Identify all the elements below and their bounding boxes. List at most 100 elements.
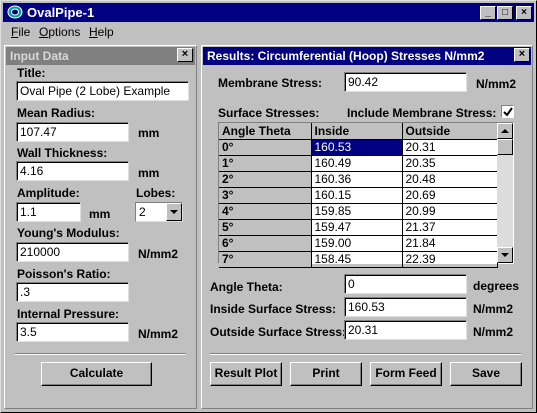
close-icon: ×	[181, 48, 189, 60]
table-row[interactable]: 2° 160.36 20.48	[219, 171, 498, 188]
close-icon: ×	[521, 7, 527, 18]
menu-help[interactable]: Help	[89, 25, 114, 39]
youngs-modulus-label: Young's Modulus:	[17, 226, 120, 240]
angle-cell: 5°	[219, 219, 312, 236]
inside-cell[interactable]: 159.47	[311, 219, 403, 236]
input-separator	[15, 353, 186, 355]
menu-bar: File Options Help	[3, 23, 534, 41]
outside-surface-stress-label: Outside Surface Stress:	[210, 325, 347, 339]
menu-options[interactable]: Options	[39, 25, 80, 39]
angle-cell: 0°	[219, 139, 312, 156]
inside-cell[interactable]: 160.53	[311, 139, 403, 156]
table-row[interactable]: 5° 159.47 21.37	[219, 219, 498, 236]
outside-cell[interactable]: 20.69	[402, 187, 498, 204]
amplitude-field[interactable]: 1.1	[16, 202, 81, 222]
membrane-stress-label: Membrane Stress:	[218, 76, 323, 90]
table-row[interactable]: 7° 158.45 22.39	[219, 251, 498, 268]
title-label: Title:	[17, 66, 46, 80]
angle-cell: 2°	[219, 171, 312, 188]
membrane-stress-field[interactable]: 90.42	[344, 72, 467, 92]
main-window: OvalPipe-1 _ □ × File Options Help Input…	[0, 0, 537, 413]
chevron-down-icon[interactable]	[166, 203, 182, 221]
angle-cell: 6°	[219, 235, 312, 252]
table-row[interactable]: 3° 160.15 20.69	[219, 187, 498, 204]
angle-theta-field[interactable]: 0	[344, 274, 467, 294]
mean-radius-field[interactable]: 107.47	[16, 122, 129, 142]
input-data-panel: Input Data × Title: Oval Pipe (2 Lobe) E…	[4, 45, 197, 409]
membrane-stress-unit: N/mm2	[476, 77, 517, 91]
outside-cell[interactable]: 20.31	[402, 139, 498, 156]
internal-pressure-label: Internal Pressure:	[17, 307, 120, 321]
menu-help-mnemonic: H	[89, 25, 98, 39]
inside-cell[interactable]: 160.49	[311, 155, 403, 172]
minimize-icon: _	[485, 7, 491, 18]
outside-surface-stress-field[interactable]: 20.31	[344, 320, 467, 340]
menu-options-mnemonic: O	[39, 25, 49, 39]
include-membrane-checkbox[interactable]	[501, 105, 514, 118]
results-panel-close-button[interactable]: ×	[514, 48, 530, 62]
input-panel-close-button[interactable]: ×	[177, 48, 193, 62]
save-button[interactable]: Save	[450, 362, 522, 386]
outside-cell[interactable]: 20.99	[402, 203, 498, 220]
table-row[interactable]: 6° 159.00 21.84	[219, 235, 498, 252]
angle-cell: 3°	[219, 187, 312, 204]
lobes-label: Lobes:	[136, 186, 176, 200]
checkmark-icon	[503, 107, 513, 117]
menu-file[interactable]: File	[11, 25, 30, 39]
lobes-select[interactable]: 2	[135, 202, 183, 222]
youngs-modulus-field[interactable]: 210000	[16, 242, 129, 262]
wall-thickness-label: Wall Thickness:	[17, 146, 108, 160]
mean-radius-label: Mean Radius:	[17, 106, 96, 120]
app-icon	[7, 5, 23, 19]
result-plot-button[interactable]: Result Plot	[210, 362, 282, 386]
menu-help-label: elp	[97, 25, 114, 39]
table-row[interactable]: 0° 160.53 20.31	[219, 139, 498, 156]
close-button[interactable]: ×	[516, 6, 532, 20]
scroll-down-icon[interactable]	[497, 247, 513, 263]
results-panel-title: Results: Circumferential (Hoop) Stresses…	[203, 47, 531, 65]
inside-cell[interactable]: 159.85	[311, 203, 403, 220]
menu-options-label: ptions	[48, 25, 81, 39]
inside-cell[interactable]: 160.15	[311, 187, 403, 204]
angle-theta-label: Angle Theta:	[210, 280, 283, 294]
table-row[interactable]: 1° 160.49 20.35	[219, 155, 498, 172]
outside-cell[interactable]: 22.39	[402, 251, 498, 268]
inside-cell[interactable]: 159.00	[311, 235, 403, 252]
close-icon: ×	[518, 48, 526, 60]
poissons-ratio-label: Poisson's Ratio:	[17, 267, 111, 281]
maximize-button[interactable]: □	[497, 6, 513, 20]
input-panel-title: Input Data	[6, 47, 195, 65]
inside-cell[interactable]: 158.45	[311, 251, 403, 268]
header-inside: Inside	[311, 123, 403, 140]
stress-table-grid: Angle Theta Inside Outside 0° 160.53 20.…	[219, 123, 498, 268]
inside-surface-stress-field[interactable]: 160.53	[344, 297, 467, 317]
poissons-ratio-field[interactable]: .3	[16, 282, 129, 302]
outside-cell[interactable]: 20.48	[402, 171, 498, 188]
amplitude-label: Amplitude:	[17, 186, 80, 200]
inside-cell[interactable]: 160.36	[311, 171, 403, 188]
results-panel: Results: Circumferential (Hoop) Stresses…	[201, 45, 533, 409]
scroll-up-icon[interactable]	[497, 123, 513, 139]
internal-pressure-unit: N/mm2	[138, 327, 179, 341]
angle-cell: 1°	[219, 155, 312, 172]
outside-cell[interactable]: 21.37	[402, 219, 498, 236]
minimize-button[interactable]: _	[480, 6, 496, 20]
print-button[interactable]: Print	[290, 362, 362, 386]
internal-pressure-field[interactable]: 3.5	[16, 322, 129, 342]
calculate-button[interactable]: Calculate	[41, 362, 152, 386]
header-outside: Outside	[402, 123, 498, 140]
wall-thickness-field[interactable]: 4.16	[16, 161, 129, 181]
stress-table[interactable]: Angle Theta Inside Outside 0° 160.53 20.…	[218, 122, 514, 268]
outside-cell[interactable]: 20.35	[402, 155, 498, 172]
title-bar[interactable]: OvalPipe-1 _ □ ×	[3, 3, 534, 22]
table-scrollbar[interactable]	[497, 123, 513, 263]
lobes-value: 2	[139, 205, 146, 219]
outside-cell[interactable]: 21.84	[402, 235, 498, 252]
form-feed-button[interactable]: Form Feed	[370, 362, 442, 386]
menu-file-label: ile	[18, 25, 31, 39]
scroll-thumb[interactable]	[497, 139, 513, 155]
table-row[interactable]: 4° 159.85 20.99	[219, 203, 498, 220]
youngs-modulus-unit: N/mm2	[138, 247, 179, 261]
inside-surface-stress-unit: N/mm2	[473, 302, 514, 316]
title-field[interactable]: Oval Pipe (2 Lobe) Example	[16, 81, 189, 101]
